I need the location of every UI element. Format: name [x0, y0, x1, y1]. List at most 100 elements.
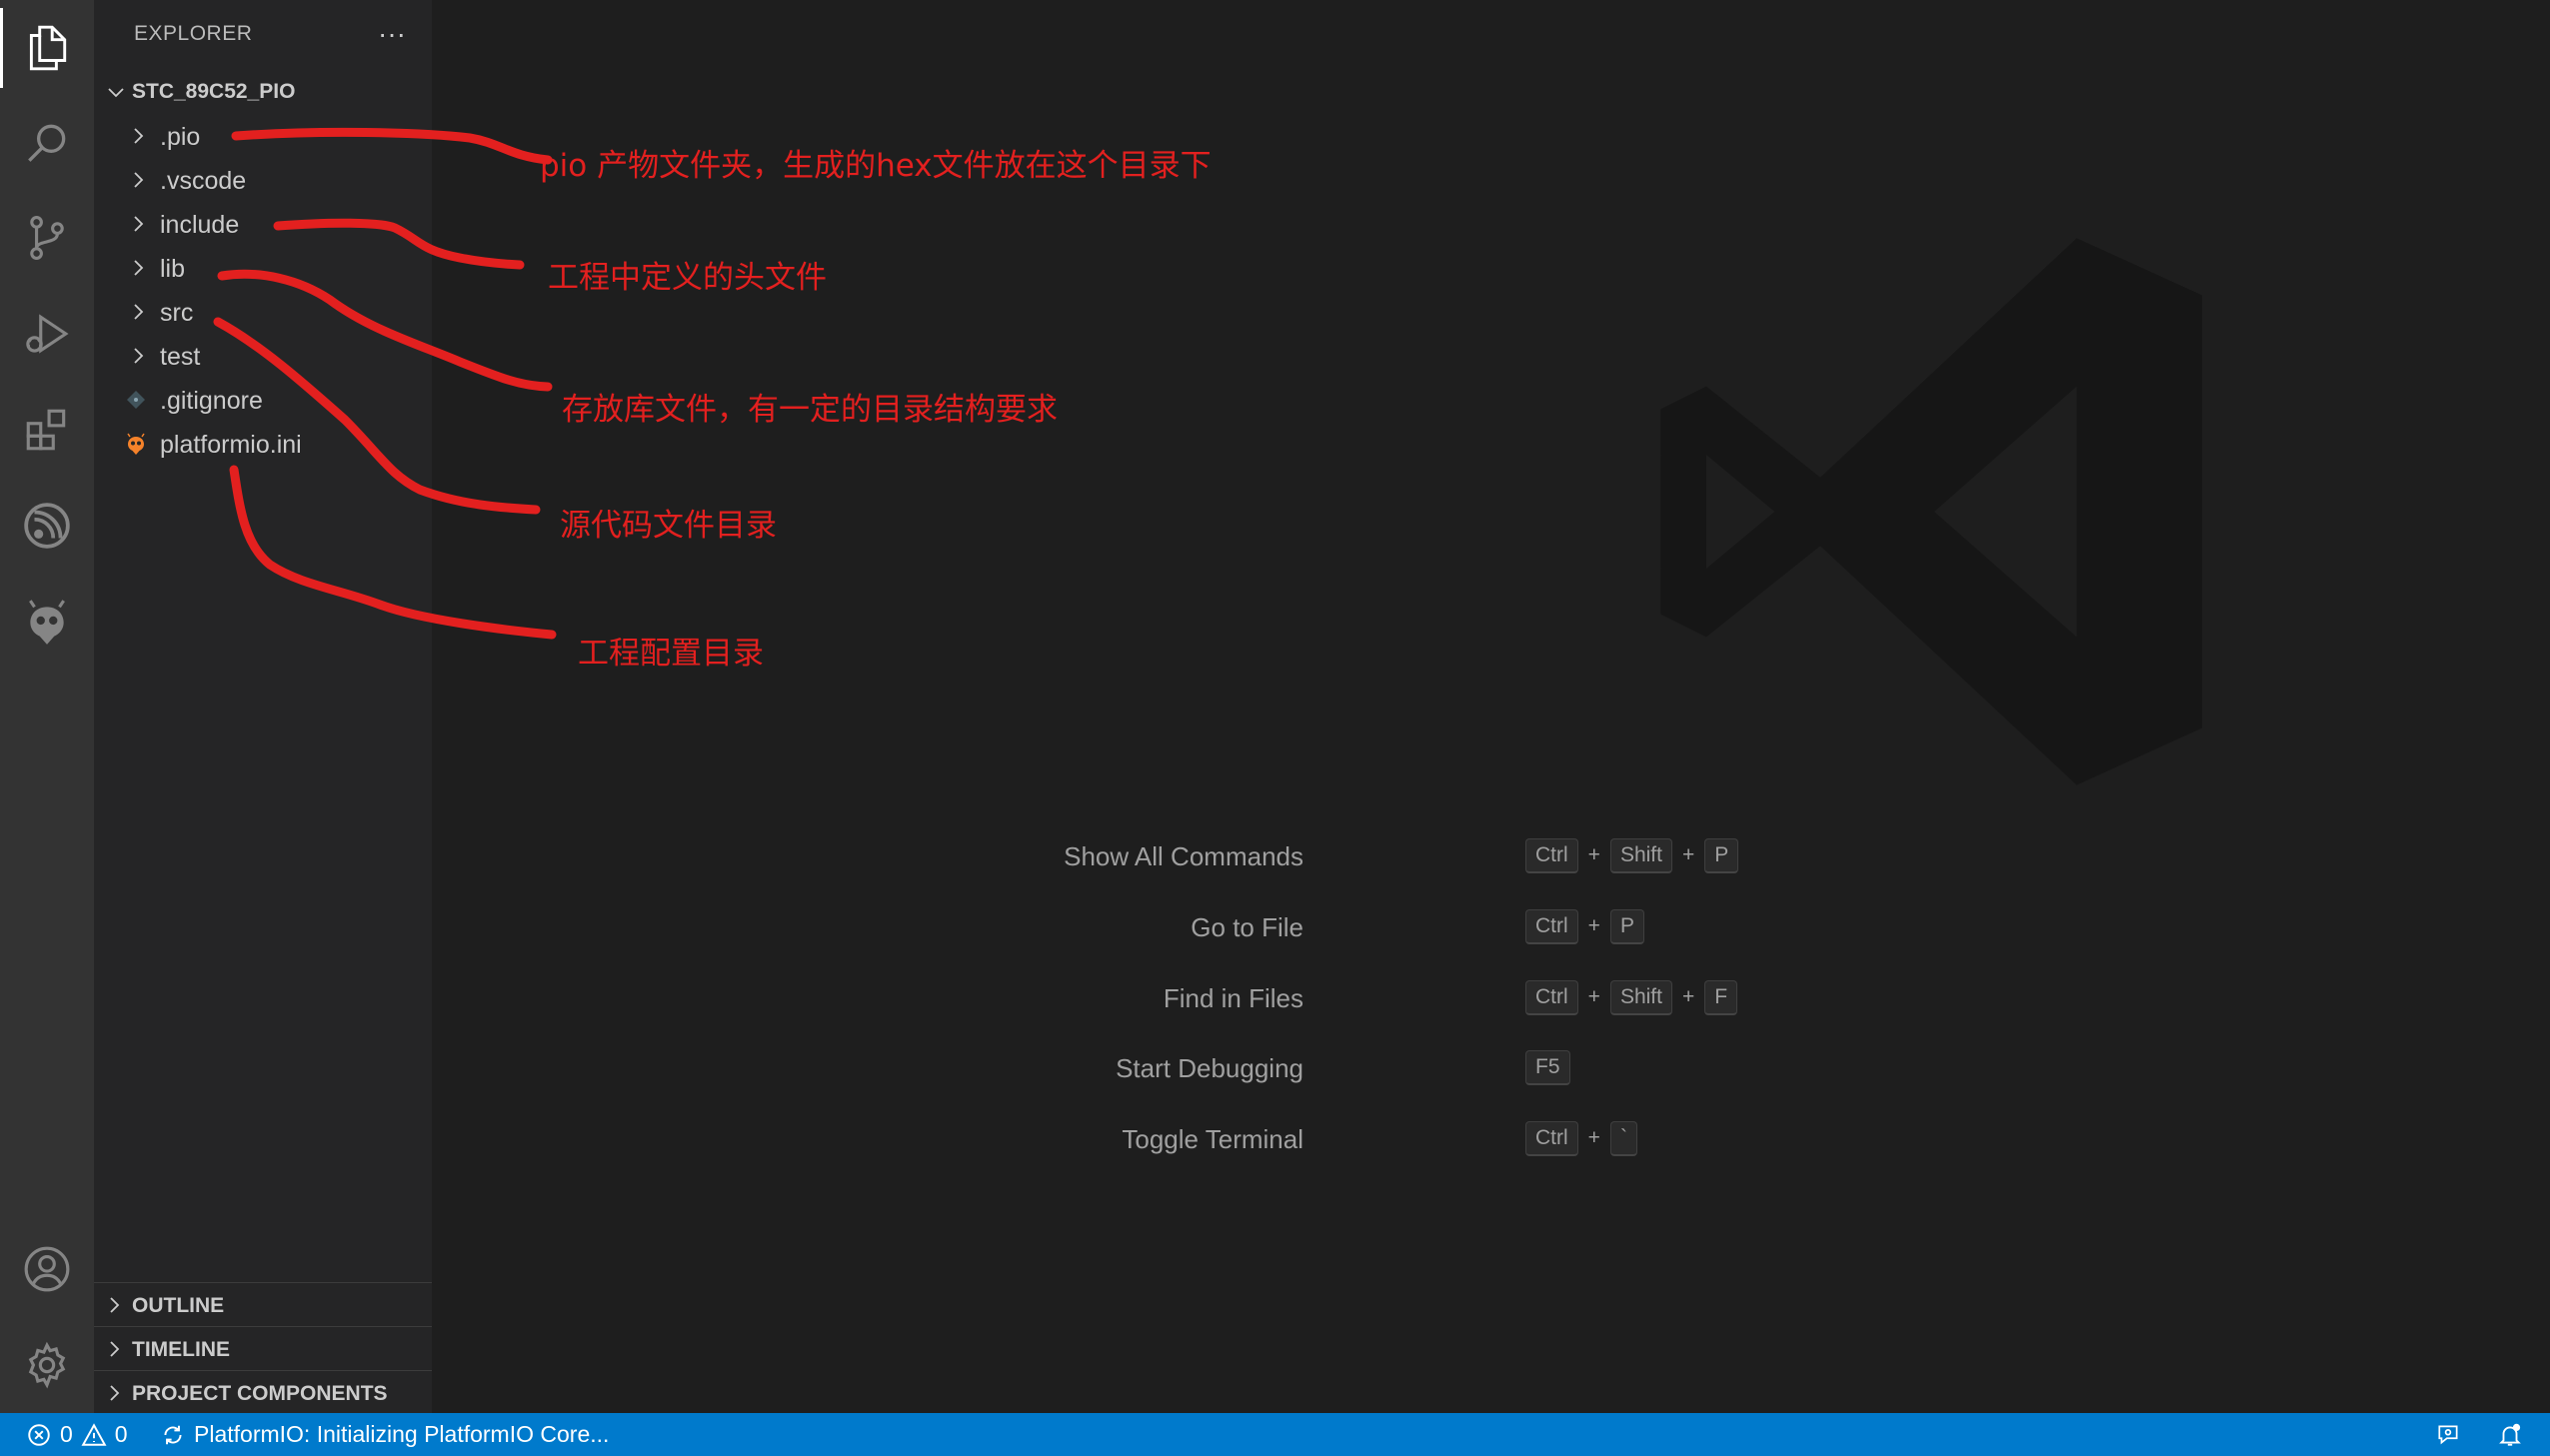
keycap: Ctrl [1525, 979, 1578, 1015]
shortcut-label: Show All Commands [1064, 841, 1303, 871]
source-control-icon [30, 216, 64, 260]
tree-item-label: .vscode [160, 167, 247, 195]
problems-status[interactable]: 0 0 [26, 1413, 128, 1456]
chevron-right-icon [134, 216, 144, 232]
annotation-src: 源代码文件目录 [560, 508, 777, 544]
manage-activity[interactable] [0, 1317, 94, 1413]
tree-item-label: test [160, 343, 201, 371]
run-debug-icon [26, 314, 69, 354]
plus-sign: + [1587, 1126, 1600, 1149]
shortcut-toggle-terminal: Toggle Terminal Ctrl + ` [1050, 1118, 1849, 1158]
files-icon [29, 25, 67, 71]
chevron-right-icon [110, 1385, 120, 1401]
tree-item-pio[interactable]: .pio [94, 114, 432, 158]
espressif-activity[interactable] [0, 478, 94, 574]
bell-icon [2499, 1423, 2521, 1446]
keycap: F [1704, 979, 1738, 1015]
more-actions-icon[interactable]: ··· [372, 14, 412, 54]
workspace-root[interactable]: STC_89C52_PIO [94, 72, 432, 112]
search-activity[interactable] [0, 96, 94, 192]
shortcut-label: Start Debugging [1116, 1053, 1303, 1083]
sync-icon [164, 1425, 182, 1444]
chevron-right-icon [110, 1341, 120, 1357]
chevron-right-icon [134, 348, 144, 364]
status-bar: 0 0 PlatformIO: Initializing PlatformIO … [0, 1413, 2550, 1456]
plus-sign: + [1587, 914, 1600, 937]
platformio-status-text: PlatformIO: Initializing PlatformIO Core… [194, 1421, 610, 1447]
shortcut-go-to-file: Go to File Ctrl + P [1050, 906, 1849, 946]
chevron-right-icon [134, 128, 144, 144]
tree-item-test[interactable]: test [94, 334, 432, 378]
feedback-status[interactable] [2435, 1413, 2461, 1456]
chevron-right-icon [134, 260, 144, 276]
keycap: Ctrl [1525, 908, 1578, 944]
chevron-right-icon [134, 172, 144, 188]
keycap: Ctrl [1525, 1120, 1578, 1156]
vscode-logo-watermark [1660, 238, 2202, 785]
shortcut-label: Go to File [1191, 912, 1303, 942]
panel-timeline[interactable]: TIMELINE [94, 1326, 432, 1371]
tree-item-include[interactable]: include [94, 202, 432, 246]
activity-bar [0, 0, 94, 1413]
extensions-icon [26, 409, 66, 451]
panel-project-components[interactable]: PROJECT COMPONENTS [94, 1370, 432, 1415]
shortcut-label: Find in Files [1163, 983, 1303, 1013]
panel-label: TIMELINE [132, 1338, 230, 1361]
explorer-header: EXPLORER ··· [94, 0, 432, 68]
warning-icon [81, 1422, 107, 1446]
tree-item-gitignore[interactable]: .gitignore [94, 378, 432, 422]
notifications-status[interactable] [2497, 1413, 2523, 1456]
tree-item-vscode[interactable]: .vscode [94, 158, 432, 202]
shortcut-label: Toggle Terminal [1122, 1124, 1303, 1154]
keycap: P [1609, 908, 1644, 944]
annotation-lib: 存放库文件，有一定的目录结构要求 [562, 392, 1058, 428]
plus-sign: + [1681, 843, 1695, 866]
platformio-status[interactable]: PlatformIO: Initializing PlatformIO Core… [160, 1413, 609, 1456]
keycap: Ctrl [1525, 837, 1578, 873]
shortcut-keys: Ctrl + P [1525, 906, 1644, 946]
annotation-pio: pio 产物文件夹，生成的hex文件放在这个目录下 [540, 148, 1212, 184]
annotation-platformio-ini: 工程配置目录 [578, 636, 764, 672]
source-control-activity[interactable] [0, 190, 94, 286]
shortcut-keys: Ctrl + ` [1525, 1118, 1637, 1158]
plus-sign: + [1587, 985, 1600, 1008]
explorer-activity[interactable] [0, 0, 94, 96]
espressif-icon [24, 503, 70, 549]
shortcut-keys: Ctrl + Shift + F [1525, 977, 1738, 1017]
feedback-icon [2438, 1424, 2458, 1444]
tree-item-label: src [160, 299, 194, 327]
account-icon [24, 1246, 70, 1292]
tree-item-lib[interactable]: lib [94, 246, 432, 290]
tree-item-label: platformio.ini [160, 431, 302, 459]
tree-item-src[interactable]: src [94, 290, 432, 334]
keycap: ` [1609, 1120, 1637, 1156]
keycap: Shift [1609, 837, 1672, 873]
tree-item-label: .gitignore [160, 387, 263, 415]
explorer-sidebar: EXPLORER ··· STC_89C52_PIO .pio .vscode … [94, 0, 432, 1413]
shortcut-keys: F5 [1525, 1047, 1570, 1087]
keycap: P [1704, 837, 1739, 873]
warning-count: 0 [114, 1421, 128, 1447]
keycap: F5 [1525, 1049, 1570, 1085]
extensions-activity[interactable] [0, 382, 94, 478]
plus-sign: + [1587, 843, 1600, 866]
chevron-right-icon [134, 304, 144, 320]
settings-gear-icon [28, 1341, 66, 1389]
editor-area [432, 0, 2550, 1413]
keycap: Shift [1609, 979, 1672, 1015]
shortcut-start-debugging: Start Debugging F5 [1050, 1047, 1849, 1087]
panel-label: OUTLINE [132, 1294, 225, 1317]
tree-item-platformio-ini[interactable]: platformio.ini [94, 422, 432, 466]
git-file-icon [127, 391, 145, 409]
accounts-activity[interactable] [0, 1221, 94, 1317]
error-icon [28, 1423, 50, 1446]
tree-item-label: .pio [160, 123, 201, 151]
shortcut-find-in-files: Find in Files Ctrl + Shift + F [1050, 977, 1849, 1017]
platformio-activity[interactable] [0, 574, 94, 670]
shortcut-show-all-commands: Show All Commands Ctrl + Shift + P [1050, 835, 1849, 875]
run-debug-activity[interactable] [0, 286, 94, 382]
panel-outline[interactable]: OUTLINE [94, 1282, 432, 1327]
chevron-right-icon [110, 1297, 120, 1313]
platformio-icon [29, 600, 65, 645]
explorer-title: EXPLORER [134, 22, 253, 45]
